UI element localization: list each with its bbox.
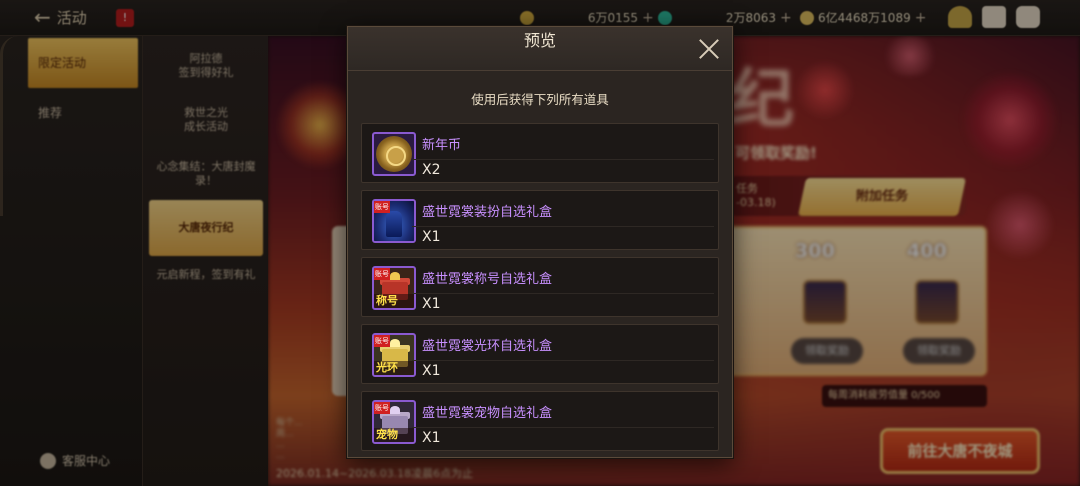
item-list[interactable]: 新年币 X2 账号 盛世霓裳装扮自选礼盒 X1 账号 称号 盛世霓裳称号自选礼盒… [361,123,719,455]
item-quantity: X1 [422,430,441,446]
account-tag: 账号 [374,201,390,213]
item-name: 盛世霓裳装扮自选礼盒 [422,205,553,220]
new-year-coin-icon [372,132,416,176]
costume-box-icon: 账号 [372,199,416,243]
item-quantity: X1 [422,296,441,312]
list-item[interactable]: 账号 盛世霓裳装扮自选礼盒 X1 [361,190,719,250]
close-icon[interactable] [698,37,720,59]
preview-dialog: 预览 使用后获得下列所有道具 新年币 X2 账号 盛世霓裳装扮自选礼盒 X1 账… [347,26,733,458]
pet-box-icon: 账号 宠物 [372,400,416,444]
account-tag: 账号 [374,268,390,280]
item-name: 盛世霓裳宠物自选礼盒 [422,406,553,421]
item-name: 盛世霓裳光环自选礼盒 [422,339,553,354]
dialog-header: 预览 [348,27,732,71]
item-quantity: X1 [422,363,441,379]
aura-box-icon: 账号 光环 [372,333,416,377]
list-item[interactable]: 账号 称号 盛世霓裳称号自选礼盒 X1 [361,257,719,317]
item-name: 新年币 [422,138,462,153]
item-quantity: X1 [422,229,441,245]
item-type-tag: 光环 [374,361,414,375]
list-item[interactable]: 新年币 X2 [361,123,719,183]
item-name: 盛世霓裳称号自选礼盒 [422,272,553,287]
dialog-description: 使用后获得下列所有道具 [471,92,609,107]
account-tag: 账号 [374,402,390,414]
list-item[interactable]: 账号 光环 盛世霓裳光环自选礼盒 X1 [361,324,719,384]
dialog-title: 预览 [523,31,556,50]
title-box-icon: 账号 称号 [372,266,416,310]
item-type-tag: 宠物 [374,428,414,442]
list-item[interactable]: 账号 宠物 盛世霓裳宠物自选礼盒 X1 [361,391,719,451]
item-type-tag: 称号 [374,294,414,308]
item-quantity: X2 [422,162,441,178]
account-tag: 账号 [374,335,390,347]
